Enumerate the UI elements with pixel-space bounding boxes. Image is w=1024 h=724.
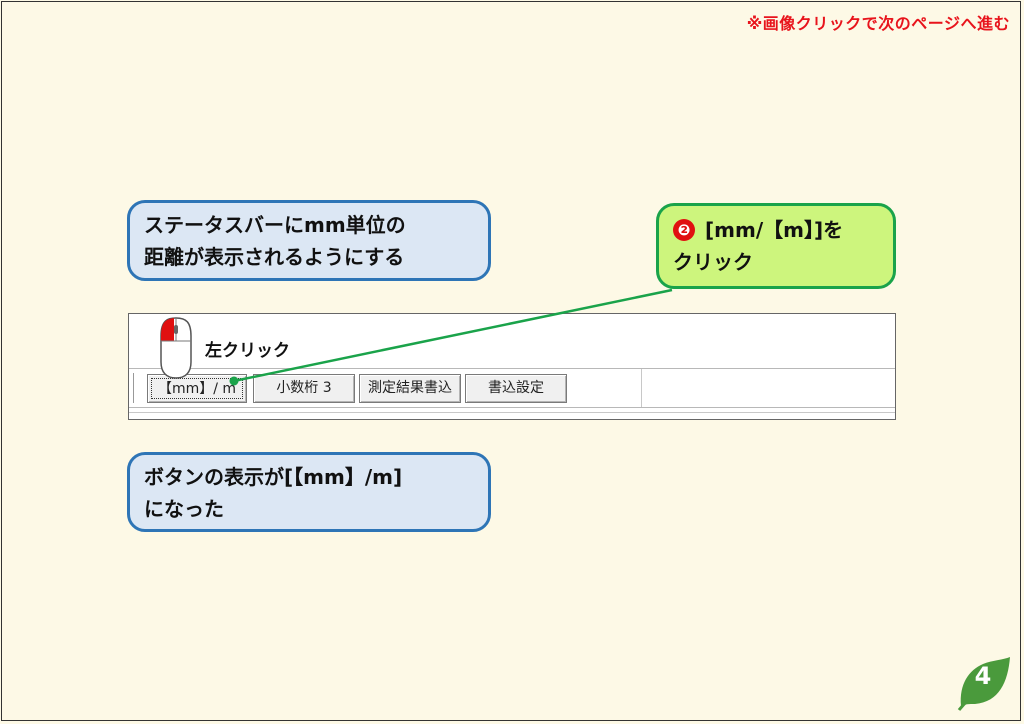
result-callout-line1: ボタンの表示が[【mm】/m] [144, 465, 403, 489]
page-number[interactable]: 4 [966, 662, 1000, 690]
pointer-line [233, 288, 673, 383]
result-callout-line2: になった [144, 497, 224, 521]
result-callout: ボタンの表示が[【mm】/m] になった [127, 452, 491, 532]
annotation-overlay [160, 288, 673, 386]
mouse-left-click-icon [160, 317, 192, 379]
pointer-dot [229, 376, 239, 386]
